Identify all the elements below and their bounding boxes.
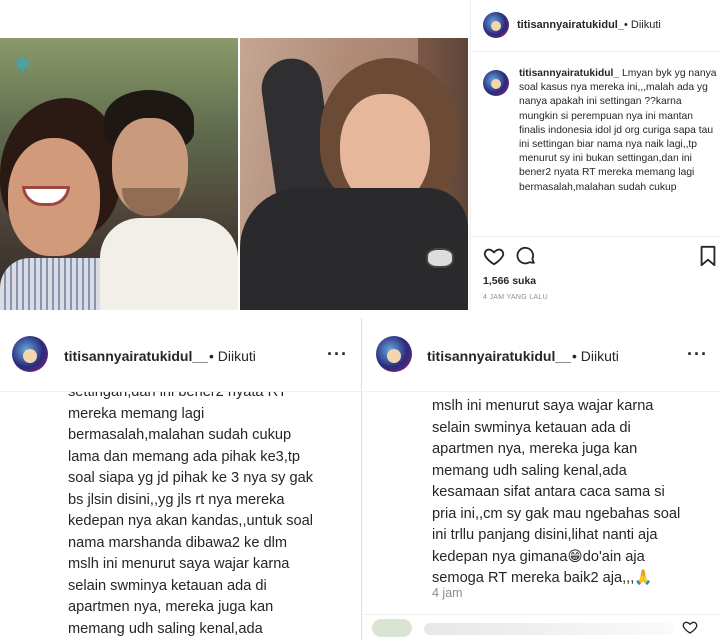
comment-screenshot-right: titisannyairatukidul__ • Diikuti ··· msl… — [364, 318, 720, 640]
follow-status[interactable]: • Diikuti — [209, 348, 256, 364]
starfish-sticker-icon: ✶ — [10, 49, 36, 82]
post-header: titisannyairatukidul__ • Diikuti ··· — [0, 318, 361, 392]
post-caption: titisannyairatukidul_ Lmyan byk yg nanya… — [519, 67, 717, 234]
comment-row — [364, 614, 720, 640]
comment-screenshot-left: titisannyairatukidul__ • Diikuti ··· set… — [0, 318, 362, 640]
avatar[interactable] — [12, 336, 48, 372]
post-timestamp: 4 JAM YANG LALU — [483, 294, 548, 301]
avatar[interactable] — [376, 336, 412, 372]
bookmark-icon[interactable] — [699, 245, 717, 267]
username-link[interactable]: titisannyairatukidul__ — [64, 348, 208, 364]
caption-text: settingan,dan ini bener2 nyata RT mereka… — [68, 392, 314, 637]
commenter-avatar[interactable] — [372, 619, 412, 637]
caption-username[interactable]: titisannyairatukidul_ — [519, 68, 619, 79]
comment-text-faded — [424, 623, 674, 635]
more-options-icon[interactable]: ··· — [687, 344, 708, 365]
username-link[interactable]: titisannyairatukidul_ — [517, 19, 624, 31]
photo-couple: ✶ — [0, 38, 238, 310]
post-image[interactable]: ✶ — [0, 38, 468, 310]
caption-scroll-area: settingan,dan ini bener2 nyata RT mereka… — [0, 392, 361, 640]
jacket-badge — [426, 248, 454, 268]
username-link[interactable]: titisannyairatukidul__ — [427, 348, 571, 364]
man-beard — [122, 188, 180, 218]
post-actions: 1,566 suka 4 JAM YANG LALU — [471, 236, 720, 310]
photo-woman — [240, 38, 468, 310]
avatar[interactable] — [483, 12, 509, 38]
caption-avatar[interactable] — [483, 70, 509, 96]
follow-status[interactable]: • Diikuti — [624, 19, 661, 31]
comment-icon[interactable] — [515, 245, 537, 267]
likes-count[interactable]: 1,566 suka — [483, 275, 536, 287]
heart-icon[interactable] — [682, 619, 698, 635]
post-header: titisannyairatukidul__ • Diikuti ··· — [364, 318, 720, 392]
man-shirt — [100, 218, 238, 310]
follow-status[interactable]: • Diikuti — [572, 348, 619, 364]
heart-icon[interactable] — [483, 245, 505, 267]
caption-text: Lmyan byk yg nanya soal kasus nya mereka… — [519, 68, 717, 193]
post-timestamp: 4 jam — [432, 586, 463, 600]
post-sidebar: titisannyairatukidul_ • Diikuti titisann… — [470, 0, 720, 310]
post-header: titisannyairatukidul_ • Diikuti — [471, 0, 720, 52]
more-options-icon[interactable]: ··· — [327, 344, 348, 365]
caption-text: mslh ini menurut saya wajar karna selain… — [432, 398, 681, 586]
